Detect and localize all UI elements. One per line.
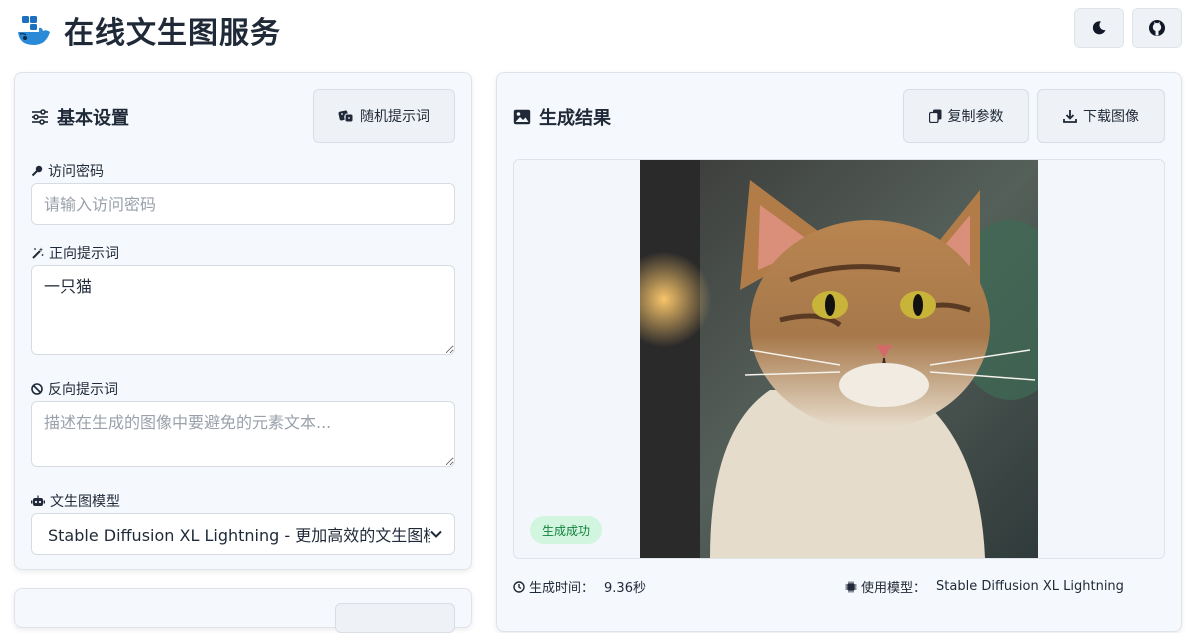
image-icon	[513, 109, 531, 125]
advanced-settings-button[interactable]	[335, 603, 455, 633]
download-image-button[interactable]: 下载图像	[1037, 89, 1165, 143]
negative-prompt-textarea[interactable]	[31, 401, 455, 467]
used-model: 使用模型： Stable Diffusion XL Lightning	[845, 577, 1124, 596]
chip-icon	[845, 581, 857, 593]
settings-title: 基本设置	[57, 108, 129, 129]
generation-time: 生成时间： 9.36秒	[513, 577, 646, 596]
model-select-value: Stable Diffusion XL Lightning - 更加高效的文生图…	[48, 526, 430, 545]
model-select[interactable]: Stable Diffusion XL Lightning - 更加高效的文生图…	[31, 513, 455, 555]
app-header: 在线文生图服务	[16, 8, 281, 52]
password-label: 访问密码	[31, 161, 104, 181]
model-label: 文生图模型	[31, 491, 120, 511]
generation-time-label: 生成时间：	[529, 581, 595, 596]
settings-card: 基本设置 随机提示词 访问密码 正向提示词 反向提示词	[14, 72, 472, 570]
dice-icon	[338, 109, 354, 123]
positive-prompt-textarea[interactable]	[31, 265, 455, 355]
settings-header: 基本设置	[31, 103, 129, 131]
key-icon	[31, 165, 43, 177]
github-button[interactable]	[1132, 8, 1182, 48]
robot-icon	[31, 495, 45, 507]
used-model-value: Stable Diffusion XL Lightning	[936, 579, 1124, 594]
generation-time-value: 9.36秒	[604, 581, 646, 596]
chevron-down-icon	[430, 530, 442, 538]
magic-wand-icon	[31, 247, 44, 260]
result-title: 生成结果	[539, 108, 611, 129]
result-card: 生成结果 复制参数 下载图像 生成成功 生成时间： 9.36秒 使用模型： St…	[496, 72, 1182, 632]
theme-toggle-button[interactable]	[1074, 8, 1124, 48]
sliders-icon	[31, 109, 49, 125]
download-icon	[1063, 109, 1077, 123]
password-input[interactable]	[31, 183, 455, 225]
positive-prompt-label: 正向提示词	[31, 243, 119, 263]
download-image-label: 下载图像	[1083, 109, 1139, 125]
app-title: 在线文生图服务	[64, 16, 281, 51]
advanced-settings-card	[14, 588, 472, 633]
random-prompt-button[interactable]: 随机提示词	[313, 89, 455, 143]
copy-icon	[928, 109, 942, 123]
ban-icon	[31, 383, 43, 395]
copy-params-label: 复制参数	[947, 109, 1004, 125]
moon-icon	[1091, 20, 1107, 36]
status-badge: 生成成功	[530, 516, 603, 544]
generated-cat-image[interactable]	[640, 160, 1038, 558]
result-header: 生成结果	[513, 103, 611, 131]
random-prompt-label: 随机提示词	[360, 109, 430, 125]
used-model-label: 使用模型：	[861, 581, 927, 596]
image-preview: 生成成功	[513, 159, 1165, 559]
clock-icon	[513, 580, 525, 593]
copy-params-button[interactable]: 复制参数	[903, 89, 1029, 143]
negative-prompt-label: 反向提示词	[31, 379, 118, 399]
github-icon	[1148, 19, 1166, 37]
docker-whale-icon	[16, 12, 52, 48]
